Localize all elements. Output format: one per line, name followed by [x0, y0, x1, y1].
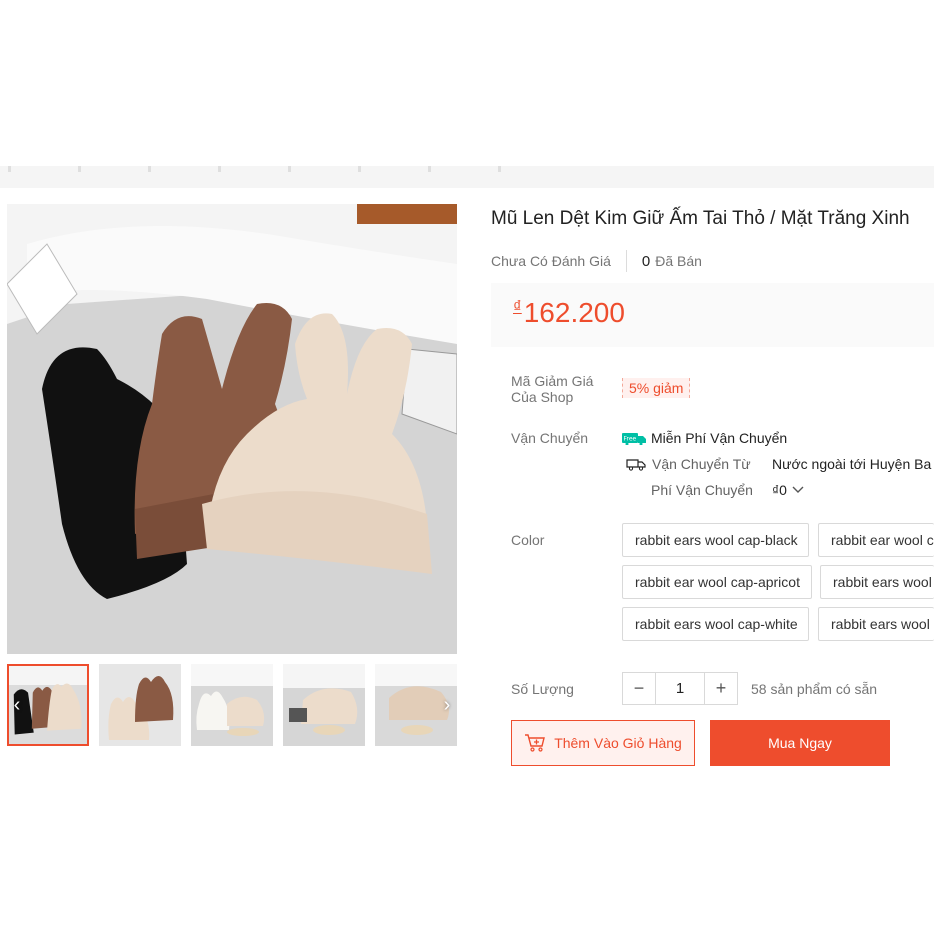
product-price: ₫162.200	[513, 297, 625, 329]
svg-text:Free: Free	[624, 436, 637, 443]
voucher-badge[interactable]: 5% giảm	[622, 378, 691, 398]
thumbnail[interactable]	[99, 664, 181, 746]
variation-option[interactable]: rabbit ears wool	[818, 607, 934, 641]
variation-option[interactable]: rabbit ears wool cap-black	[622, 523, 809, 557]
meta-divider	[625, 250, 627, 272]
thumbnail[interactable]	[283, 664, 365, 746]
variation-option[interactable]: rabbit ear wool cap-apricot	[622, 565, 812, 599]
price-box: ₫162.200	[491, 283, 934, 347]
product-meta: Chưa Có Đánh Giá 0 Đã Bán	[491, 250, 702, 272]
ship-fee-dropdown[interactable]: ₫0	[772, 482, 805, 498]
variation-option[interactable]: rabbit ears wool cap-white	[622, 607, 809, 641]
buy-now-label: Mua Ngay	[768, 735, 832, 751]
chevron-down-icon	[792, 486, 804, 493]
quantity-stepper: − 1 +	[622, 672, 738, 705]
quantity-input[interactable]: 1	[655, 673, 705, 704]
stock-text: 58 sản phẩm có sẵn	[751, 681, 878, 697]
voucher-label: Mã Giảm Giá Của Shop	[511, 373, 594, 405]
free-shipping-row: Free Miễn Phí Vận Chuyển	[622, 430, 787, 446]
shipping-label: Vận Chuyển	[511, 430, 589, 446]
truck-icon	[626, 459, 646, 471]
ship-from-value: Nước ngoài tới Huyện Ba	[772, 456, 932, 472]
thumbnail[interactable]	[191, 664, 273, 746]
variation-label: Color	[511, 532, 545, 548]
product-main-image[interactable]	[7, 204, 457, 654]
price-value: 162.200	[523, 297, 625, 328]
variation-option[interactable]: rabbit ears wool	[820, 565, 934, 599]
breadcrumb	[8, 166, 568, 172]
product-title: Mũ Len Dệt Kim Giữ Ấm Tai Thỏ / Mặt Trăn…	[491, 208, 910, 229]
quantity-label: Số Lượng	[511, 681, 574, 697]
buy-now-button[interactable]: Mua Ngay	[710, 720, 890, 766]
quantity-decrease-button[interactable]: −	[623, 673, 655, 704]
free-shipping-text: Miễn Phí Vận Chuyển	[651, 430, 788, 446]
variation-option[interactable]: rabbit ear wool c	[818, 523, 934, 557]
gallery-prev-arrow-icon[interactable]: ‹	[7, 694, 27, 716]
ship-from-row: Vận Chuyển Từ	[626, 456, 751, 472]
ship-fee-label: Phí Vận Chuyển	[651, 482, 753, 498]
rating-text[interactable]: Chưa Có Đánh Giá	[491, 253, 611, 269]
sold-label: Đã Bán	[655, 253, 702, 269]
quantity-increase-button[interactable]: +	[705, 673, 737, 704]
ship-fee-value: ₫0	[772, 482, 787, 498]
gallery-next-arrow-icon[interactable]: ›	[437, 694, 457, 716]
sold-count: 0	[641, 252, 651, 270]
thumbnail-strip: ‹ ›	[7, 664, 457, 746]
breadcrumb-bar	[0, 166, 934, 188]
add-to-cart-label: Thêm Vào Giỏ Hàng	[554, 735, 682, 751]
ship-from-label: Vận Chuyển Từ	[652, 456, 751, 472]
price-currency: ₫	[513, 297, 522, 316]
free-shipping-icon: Free	[622, 433, 646, 445]
add-to-cart-icon	[525, 734, 546, 752]
add-to-cart-button[interactable]: Thêm Vào Giỏ Hàng	[511, 720, 695, 766]
